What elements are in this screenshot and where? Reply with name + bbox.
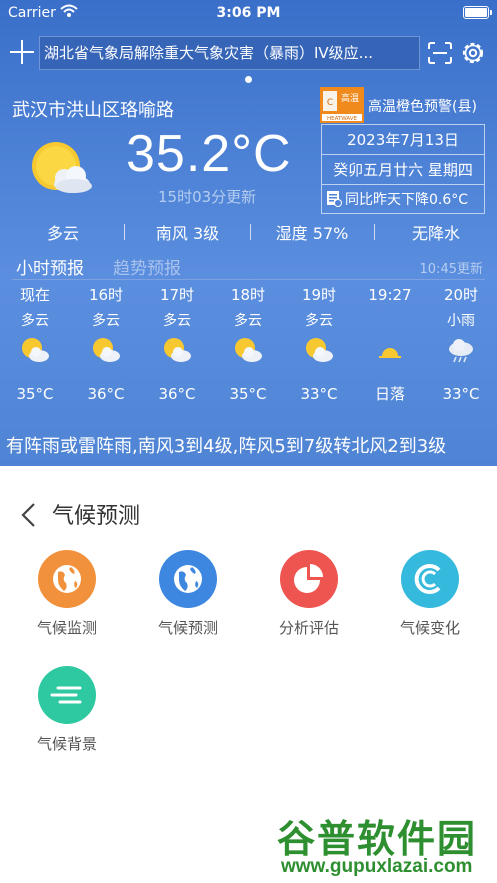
wind-lines-icon <box>38 666 96 724</box>
hour-item: 19:27 日落 <box>355 284 425 410</box>
watermark-url: www.gupuxlazai.com <box>281 856 473 877</box>
tile-label: 气候监测 <box>36 619 97 637</box>
divider <box>124 224 125 240</box>
weather-summary: 多云 南风 3级 湿度 57% 无降水 <box>0 220 497 244</box>
hour-label: 17时 <box>159 286 195 304</box>
clock: 3:06 PM <box>216 5 281 21</box>
tile-analysis-assessment[interactable]: 分析评估 <box>259 550 359 638</box>
tile-climate-background[interactable]: 气候背景 <box>17 666 117 754</box>
hour-item: 16时 多云 36°C <box>71 284 141 410</box>
add-city-button[interactable] <box>10 40 34 64</box>
summary-wind: 南风 3级 <box>155 224 220 243</box>
compare-text: 同比昨天下降0.6°C <box>345 192 469 208</box>
hour-label: 19:27 <box>368 286 412 304</box>
hour-condition: 多云 <box>234 313 262 329</box>
globe-icon <box>38 550 96 608</box>
hour-item: 现在 多云 35°C <box>0 284 70 410</box>
tile-label: 分析评估 <box>278 619 339 637</box>
lunar-date-text: 癸卯五月廿六 星期四 <box>322 155 484 185</box>
summary-condition: 多云 <box>46 224 79 243</box>
compare-row: 同比昨天下降0.6°C <box>322 185 484 215</box>
current-temperature: 35.2°C <box>126 125 292 183</box>
divider <box>374 224 375 240</box>
hour-condition: 多云 <box>163 313 191 329</box>
svg-text:C: C <box>327 98 333 108</box>
hour-label: 20时 <box>443 286 479 304</box>
back-arrow-icon[interactable] <box>18 502 40 528</box>
forecast-tabs: 小时预报 趋势预报 10:45更新 <box>0 254 497 279</box>
battery-icon <box>463 6 492 19</box>
hour-temperature: 36°C <box>87 385 125 403</box>
hour-item: 17时 多云 36°C <box>142 284 212 410</box>
forecast-ticker: 有阵雨或雷阵雨,南风3到4级,阵风5到7级转北风2到3级 <box>6 436 447 457</box>
forecast-update-time: 10:45更新 <box>419 262 483 277</box>
tile-climate-change[interactable]: 气候变化 <box>380 550 480 638</box>
calendar-icon <box>327 191 342 207</box>
date-info-box: 2023年7月13日 癸卯五月廿六 星期四 同比昨天下降0.6°C <box>321 124 485 214</box>
hour-condition <box>355 306 425 336</box>
tile-label: 气候背景 <box>36 735 97 753</box>
warning-label[interactable]: 高温橙色预警(县) <box>368 96 477 116</box>
location-name[interactable]: 武汉市洪山区珞喻路 <box>12 96 174 122</box>
scan-icon[interactable] <box>428 42 452 64</box>
cloud-sun-icon <box>213 336 283 376</box>
alert-banner[interactable]: 湖北省气象局解除重大气象灾害（暴雨）IV级应... <box>39 36 420 70</box>
hour-item: 19时 多云 33°C <box>284 284 354 410</box>
hour-temperature: 33°C <box>300 385 338 403</box>
cloud-sun-icon <box>0 336 70 376</box>
tab-hourly[interactable]: 小时预报 <box>16 254 84 279</box>
summary-rain: 无降水 <box>411 224 460 243</box>
pie-chart-icon <box>280 550 338 608</box>
hour-label: 18时 <box>230 286 266 304</box>
hourly-forecast[interactable]: 现在 多云 35°C 16时 多云 36°C 17时 多云 36°C 18时 多… <box>0 284 497 404</box>
svg-text:HEATWAVE: HEATWAVE <box>327 116 358 122</box>
divider <box>250 224 251 240</box>
tabs-divider <box>12 279 485 280</box>
svg-text:高温: 高温 <box>341 92 359 104</box>
hour-temperature: 35°C <box>16 385 54 403</box>
screen: Carrier 3:06 PM 湖北省气象局解除重大气象灾害（暴雨）IV级应..… <box>0 0 497 883</box>
watermark: 谷普软件园 www.gupuxlazai.com <box>271 804 497 883</box>
hour-temperature: 35°C <box>229 385 267 403</box>
heat-warning-icon[interactable]: C 高温 HEATWAVE <box>320 87 364 123</box>
hour-condition: 多云 <box>305 313 333 329</box>
tile-climate-monitoring[interactable]: 气候监测 <box>17 550 117 638</box>
date-text: 2023年7月13日 <box>322 125 484 155</box>
hour-label: 现在 <box>19 286 50 304</box>
tile-label: 气候变化 <box>399 619 460 637</box>
hour-condition: 多云 <box>21 313 49 329</box>
tile-label: 气候预测 <box>157 619 218 637</box>
light-rain-icon <box>426 336 496 376</box>
globe-icon <box>159 550 217 608</box>
hour-label: 16时 <box>88 286 124 304</box>
hour-label: 19时 <box>301 286 337 304</box>
hour-temperature: 日落 <box>374 385 405 403</box>
status-bar: Carrier 3:06 PM <box>0 0 497 26</box>
cloud-sun-icon <box>142 336 212 376</box>
gear-icon[interactable] <box>460 40 486 66</box>
hour-item: 18时 多云 35°C <box>213 284 283 410</box>
hour-item: 20时 小雨 33°C <box>426 284 496 410</box>
tile-climate-prediction[interactable]: 气候预测 <box>138 550 238 638</box>
panel-title: 气候预测 <box>52 504 141 529</box>
hour-condition: 小雨 <box>447 313 475 329</box>
watermark-text: 谷普软件园 <box>277 817 478 861</box>
current-update-time: 15时03分更新 <box>158 188 257 206</box>
page-indicator <box>245 76 252 83</box>
cloud-sun-icon <box>284 336 354 376</box>
cloud-sun-icon <box>32 142 92 193</box>
hour-temperature: 36°C <box>158 385 196 403</box>
tab-trend[interactable]: 趋势预报 <box>113 254 181 279</box>
hour-condition: 多云 <box>92 313 120 329</box>
climate-change-icon <box>401 550 459 608</box>
hour-temperature: 33°C <box>442 385 480 403</box>
cloud-sun-icon <box>71 336 141 376</box>
sunset-icon <box>355 336 425 376</box>
summary-humidity: 湿度 57% <box>275 224 349 243</box>
weather-header: Carrier 3:06 PM 湖北省气象局解除重大气象灾害（暴雨）IV级应..… <box>0 0 497 466</box>
